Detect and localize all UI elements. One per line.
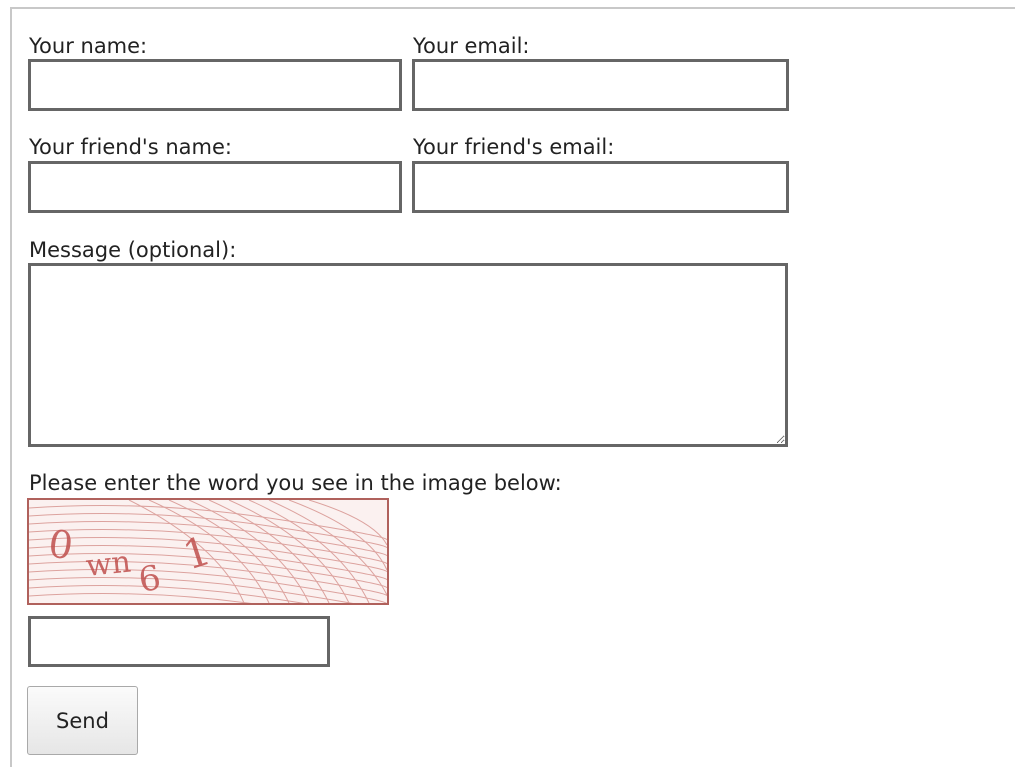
message-textarea[interactable] bbox=[28, 263, 788, 447]
send-button[interactable]: Send bbox=[27, 686, 138, 755]
friend-name-input[interactable] bbox=[28, 161, 402, 213]
captcha-input[interactable] bbox=[28, 616, 330, 667]
your-email-input[interactable] bbox=[412, 59, 789, 111]
your-email-label: Your email: bbox=[413, 34, 530, 58]
your-name-label: Your name: bbox=[29, 34, 148, 58]
message-label: Message (optional): bbox=[29, 238, 237, 262]
friend-email-label: Your friend's email: bbox=[413, 135, 615, 159]
svg-text:0: 0 bbox=[46, 521, 76, 568]
your-name-input[interactable] bbox=[28, 59, 402, 111]
captcha-prompt: Please enter the word you see in the ima… bbox=[29, 471, 562, 495]
captcha-image: 0 wn 6 1 bbox=[27, 498, 389, 605]
friend-name-label: Your friend's name: bbox=[29, 135, 232, 159]
friend-email-input[interactable] bbox=[412, 161, 789, 213]
svg-text:wn: wn bbox=[84, 544, 132, 584]
